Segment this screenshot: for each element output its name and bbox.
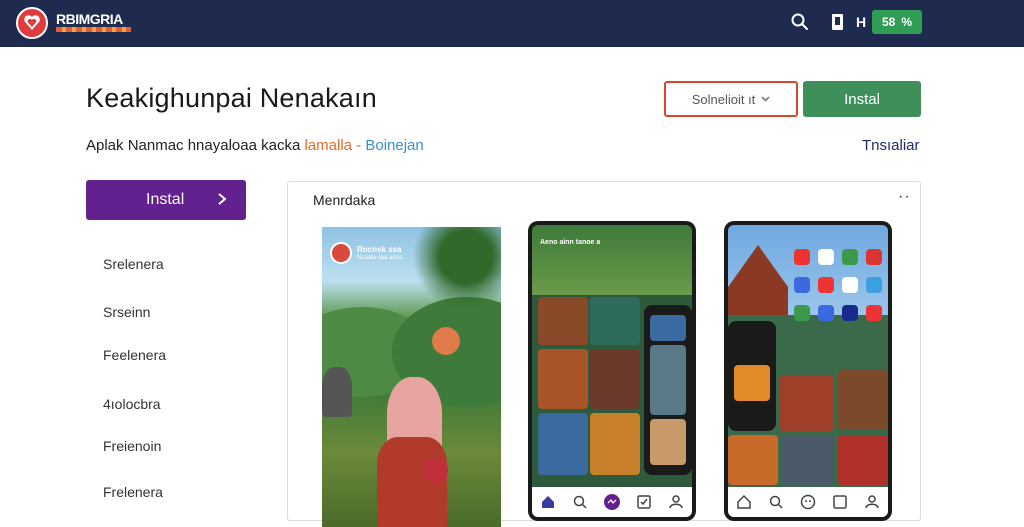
select-value: Solnelioit ıt <box>691 91 756 107</box>
fruit-hanging <box>432 327 460 355</box>
pill-right-text: % <box>901 15 913 29</box>
app-icon <box>866 305 882 321</box>
sidebar-install-button[interactable]: Instal <box>86 180 246 220</box>
food-tile <box>590 413 640 475</box>
add-icon[interactable] <box>604 494 620 510</box>
page-subtitle: Aplak Nanmac hnayaloaa kacka lamalla - B… <box>86 137 424 154</box>
top-status-pill[interactable]: 58 % <box>872 10 922 34</box>
bottom-nav <box>532 487 692 517</box>
profile-icon[interactable] <box>864 494 880 510</box>
brand-logo[interactable] <box>16 7 48 39</box>
phone-header-image <box>532 225 692 295</box>
photo-app-subtitle: Ncaala naa arsıa <box>357 255 403 261</box>
search-icon[interactable] <box>768 494 784 510</box>
saved-icon[interactable] <box>832 494 848 510</box>
app-icon <box>866 249 882 265</box>
top-bar: RBIMGRIA H 58 % <box>0 0 1024 47</box>
food-tile <box>538 413 588 475</box>
phone-screen: Aeno ainn tanoe a <box>532 225 692 517</box>
subtitle-highlight-1[interactable]: lamalla <box>304 137 352 154</box>
app-icon <box>842 249 858 265</box>
phone-screen <box>728 225 888 517</box>
phone-screenshot-1[interactable]: Aeno ainn tanoe a <box>528 221 696 521</box>
fruit-shape <box>422 457 448 483</box>
sidebar-item-1[interactable]: Srelenera <box>103 256 164 272</box>
food-tile <box>728 435 778 485</box>
heart-logo-icon <box>24 15 40 30</box>
search-icon[interactable] <box>572 494 588 510</box>
food-tile <box>650 315 686 341</box>
home-icon[interactable] <box>736 494 752 510</box>
pill-left-text: 58 <box>881 15 896 29</box>
sidebar-item-2[interactable]: Srseinn <box>103 304 150 320</box>
food-tile <box>782 435 834 485</box>
screenshots-card: Menrdaka ·· Rocnsk ssa Ncaala naa arsıa … <box>287 181 921 527</box>
food-tile <box>780 375 834 431</box>
photo-app-title: Rocnsk ssa <box>357 245 402 254</box>
food-tile <box>590 349 640 409</box>
translate-link[interactable]: Tnsıaliar <box>862 137 920 154</box>
app-icon <box>794 277 810 293</box>
phone-header-text: Aeno ainn tanoe a <box>540 239 601 246</box>
more-options-icon[interactable]: ·· <box>898 188 911 206</box>
food-tile <box>538 349 588 409</box>
app-icon <box>818 249 834 265</box>
food-tile <box>650 345 686 415</box>
app-icon <box>818 305 834 321</box>
book-icon[interactable] <box>831 13 847 31</box>
card-title: Menrdaka <box>313 192 376 208</box>
profile-icon[interactable] <box>668 494 684 510</box>
app-icon <box>866 277 882 293</box>
food-tile <box>538 297 588 345</box>
brand-tagline-stripe <box>56 27 131 32</box>
app-icon <box>330 242 352 264</box>
food-tile <box>734 365 770 401</box>
install-button-primary[interactable]: Instal <box>803 81 921 117</box>
food-tile <box>650 419 686 465</box>
food-tile <box>590 297 640 345</box>
sidebar-install-label: Instal <box>146 191 185 208</box>
food-tile <box>838 435 888 485</box>
home-icon[interactable] <box>540 494 556 510</box>
app-icon <box>794 249 810 265</box>
subtitle-highlight-2[interactable]: Boinejan <box>365 137 423 154</box>
palm-leaves <box>412 227 501 327</box>
saved-icon[interactable] <box>636 494 652 510</box>
chevron-down-icon <box>761 96 770 102</box>
person-background <box>322 367 352 417</box>
subtitle-separator: - <box>356 137 362 154</box>
top-h-label: H <box>856 14 867 30</box>
subtitle-main: Aplak Nanmac hnayaloaa kacka <box>86 137 301 154</box>
sidebar-item-5[interactable]: Freienoin <box>103 438 161 454</box>
promo-photo[interactable]: Rocnsk ssa Ncaala naa arsıa <box>322 227 501 527</box>
language-select[interactable]: Solnelioit ıt <box>664 81 798 117</box>
app-icon <box>818 277 834 293</box>
app-icon <box>842 305 858 321</box>
app-icon <box>842 277 858 293</box>
page-title: Keakighunpai Nenakaın <box>86 83 377 113</box>
sidebar-item-3[interactable]: Feelenera <box>103 347 166 363</box>
brand-name: RBIMGRIA <box>56 11 123 27</box>
sidebar-item-6[interactable]: Frelenera <box>103 484 163 500</box>
food-tile <box>838 370 888 430</box>
search-icon[interactable] <box>790 12 810 32</box>
sidebar-item-4[interactable]: 4ıolocbra <box>103 396 161 412</box>
phone-screenshot-2[interactable] <box>724 221 892 521</box>
chevron-right-icon <box>218 193 227 205</box>
app-icon <box>794 305 810 321</box>
bottom-nav <box>728 487 888 517</box>
emoji-icon[interactable] <box>800 494 816 510</box>
